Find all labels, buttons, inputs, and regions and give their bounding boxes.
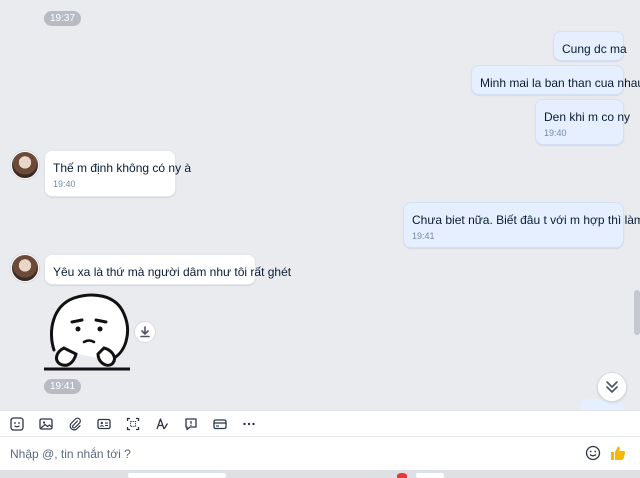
message-text: Cung dc ma xyxy=(562,42,627,56)
message-text: Yêu xa là thứ mà người dâm như tôi rất g… xyxy=(53,265,292,279)
time-divider: 19:37 xyxy=(44,11,82,26)
emoji-icon[interactable] xyxy=(585,445,601,461)
composer-toolbar xyxy=(0,410,640,437)
avatar[interactable] xyxy=(11,151,39,179)
quick-message-icon[interactable] xyxy=(182,415,200,433)
chat-area[interactable]: 19:37 Cung dc ma Minh mai la ban than cu… xyxy=(0,0,640,410)
sticker-icon[interactable] xyxy=(8,415,26,433)
message-time: 19:40 xyxy=(53,179,76,189)
thumbs-up-icon[interactable] xyxy=(609,444,627,462)
taskbar-item[interactable] xyxy=(397,473,407,478)
image-icon[interactable] xyxy=(37,415,55,433)
message-text: Minh mai la ban than cua nhau xyxy=(480,76,640,90)
message-bubble-incoming[interactable]: Yêu xa là thứ mà người dâm như tôi rất g… xyxy=(44,254,292,285)
avatar[interactable] xyxy=(11,254,39,282)
format-text-icon[interactable] xyxy=(153,415,171,433)
taskbar-item[interactable] xyxy=(416,473,444,478)
more-icon[interactable] xyxy=(240,415,258,433)
taskbar-item[interactable] xyxy=(128,473,226,478)
attach-icon[interactable] xyxy=(66,415,84,433)
message-bubble-outgoing[interactable]: Minh mai la ban than cua nhau xyxy=(471,65,640,95)
card-icon[interactable] xyxy=(211,415,229,433)
chevron-down-double-icon xyxy=(606,381,618,393)
message-bubble-incoming[interactable]: Thế m định không có ny à 19:40 xyxy=(44,150,192,197)
message-time: 19:40 xyxy=(544,128,567,138)
message-bubble-outgoing[interactable]: Cung dc ma xyxy=(553,31,627,61)
taskbar-strip xyxy=(0,470,640,478)
scrollbar[interactable] xyxy=(634,290,640,335)
message-bubble-outgoing[interactable]: Den khi m co ny 19:40 xyxy=(535,99,631,145)
sticker-time: 19:41 xyxy=(44,379,82,394)
message-input[interactable] xyxy=(10,446,550,461)
scroll-to-bottom-button[interactable] xyxy=(597,372,627,402)
message-time: 19:41 xyxy=(412,231,435,241)
message-text: Thế m định không có ny à xyxy=(53,161,192,175)
message-text: Chưa biet nữa. Biết đâu t với m hợp thì … xyxy=(412,213,640,227)
contact-card-icon[interactable] xyxy=(95,415,113,433)
message-bubble-outgoing[interactable]: Chưa biet nữa. Biết đâu t với m hợp thì … xyxy=(403,202,640,248)
download-icon[interactable] xyxy=(134,321,156,343)
screenshot-icon[interactable] xyxy=(124,415,142,433)
composer xyxy=(0,437,640,470)
sticker-face-icon[interactable] xyxy=(44,292,134,372)
message-text: Den khi m co ny xyxy=(544,110,631,124)
